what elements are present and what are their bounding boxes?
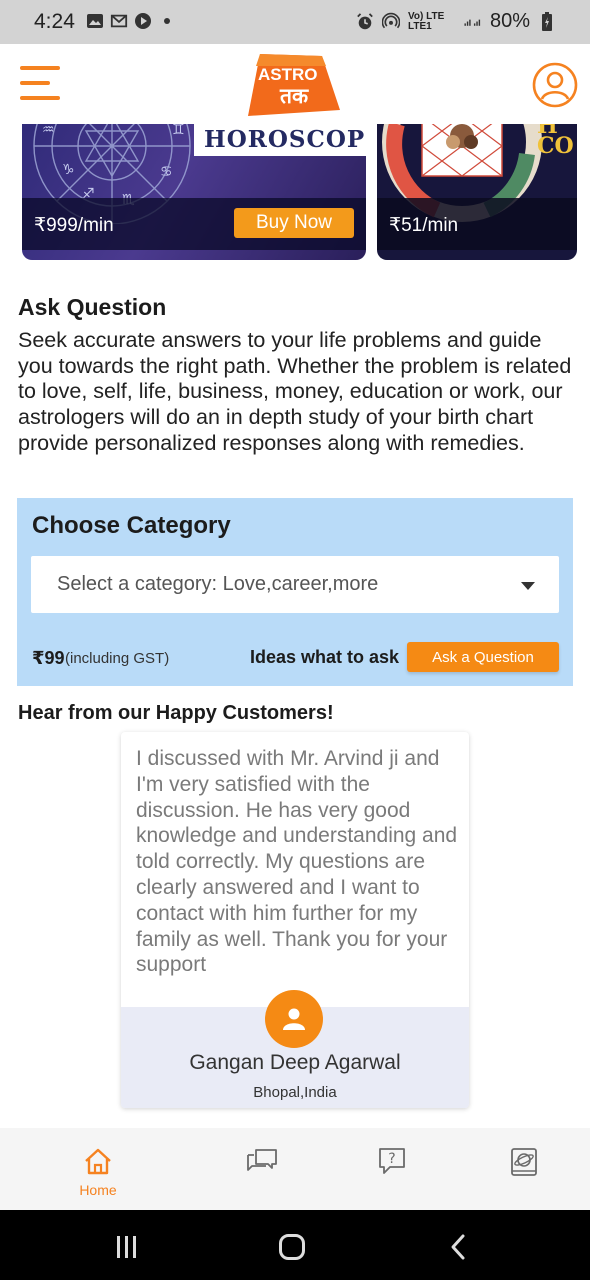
kundli-banner[interactable]: H CO ₹51/min [377,124,577,260]
question-icon: ? [379,1148,405,1174]
ask-a-question-button[interactable]: Ask a Question [407,642,559,672]
fee-gst-note: (including GST) [65,650,170,667]
svg-text:♊: ♊ [172,124,185,138]
testimonial-text: I discussed with Mr. Arvind ji and I'm v… [136,747,458,977]
network-label: Vo) LTE LTE1 [407,10,445,32]
banner2-title-partial: H CO [537,124,574,159]
home-icon [85,1148,111,1175]
status-time: 4:24 [34,10,75,33]
testimonial-name: Gangan Deep Agarwal [189,1051,401,1074]
svg-text:♋: ♋ [160,164,173,180]
gallery-icon [86,12,104,30]
chat-icon [247,1149,277,1171]
ask-question-title: Ask Question [18,294,167,320]
category-select-text: Select a category: Love,career,more [57,573,379,595]
gmail-icon [110,12,128,30]
nav-chat[interactable] [232,1146,292,1181]
battery-icon [538,11,556,31]
nav-home-label: Home [79,1182,117,1198]
app-header: ASTRO तक [0,44,590,124]
nav-home[interactable]: Home [68,1146,128,1198]
testimonial-card: I discussed with Mr. Arvind ji and I'm v… [121,732,469,1108]
astro-tak-logo[interactable]: ASTRO तक [246,52,342,118]
nav-astrology-book[interactable] [494,1146,554,1183]
svg-text:♒: ♒ [42,124,55,138]
home-button-icon[interactable] [278,1233,306,1261]
banner2-price: ₹51/min [389,215,459,236]
ask-question-description: Seek accurate answers to your life probl… [18,328,572,455]
svg-text:♑: ♑ [62,162,75,178]
testimonial-location: Bhopal,India [253,1084,337,1101]
svg-text:?: ? [388,1151,395,1167]
battery-percent: 80% [489,10,530,32]
status-bar: 4:24 Vo) LTE LTE1 80% [0,0,590,44]
question-fee: ₹99 [32,648,65,668]
play-icon [134,12,152,30]
nav-questions[interactable]: ? [362,1146,422,1181]
logo-text-bottom: तक [280,85,309,108]
signal-icon [464,13,482,31]
buy-now-button[interactable]: Buy Now [234,208,354,238]
planet-book-icon [511,1148,537,1176]
recent-apps-icon[interactable] [114,1234,140,1260]
horoscope-label: HOROSCOPE [194,124,366,156]
choose-category-panel: Choose Category Select a category: Love,… [17,498,573,686]
system-navigation-bar [0,1210,590,1280]
banner-price: ₹999/min [34,215,114,236]
profile-icon[interactable] [532,62,578,108]
back-icon[interactable] [448,1233,468,1261]
category-select[interactable]: Select a category: Love,career,more [31,556,559,613]
banner-carousel[interactable]: ♑♐♏ ♋♒♊ HOROSCOPE ₹999/min Buy Now HCO ₹… [0,124,590,264]
person-icon [283,1008,305,1030]
status-system-icons: Vo) LTE LTE1 80% [356,10,556,33]
bottom-navigation: Home ? [0,1128,590,1210]
chevron-down-icon [521,582,535,590]
choose-category-title: Choose Category [32,512,231,539]
avatar [265,990,323,1048]
ideas-what-to-ask-link[interactable]: Ideas what to ask [250,647,399,668]
horoscope-banner[interactable]: ♑♐♏ ♋♒♊ HOROSCOPE ₹999/min Buy Now [22,124,366,260]
alarm-icon [356,12,374,31]
dot-icon [158,12,176,30]
testimonials-heading: Hear from our Happy Customers! [18,702,334,724]
menu-icon[interactable] [20,66,60,102]
status-notification-icons [86,12,176,30]
hotspot-icon [381,12,400,31]
